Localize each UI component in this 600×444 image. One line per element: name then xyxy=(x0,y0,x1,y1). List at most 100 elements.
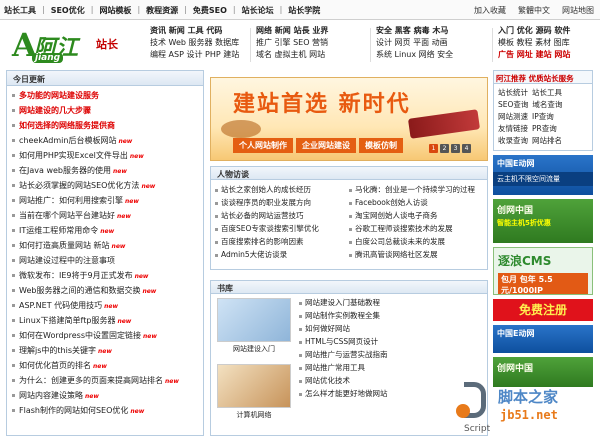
tool-link[interactable]: SEO查询 xyxy=(498,100,528,109)
interview-link[interactable]: 谷歌工程师谈搜索技术的发展 xyxy=(349,222,489,235)
news-link[interactable]: 当前在哪个网站平台建站好 xyxy=(19,211,115,220)
news-link[interactable]: 多功能的网站建设服务 xyxy=(19,91,99,100)
news-item[interactable]: 网站内容建设策略 new xyxy=(12,388,198,403)
news-link[interactable]: 如何选择的网络服务提供商 xyxy=(19,121,115,130)
pager-dot[interactable]: 1 xyxy=(429,144,438,153)
interview-link[interactable]: Facebook创始人访谈 xyxy=(349,196,489,209)
pager-dot[interactable]: 2 xyxy=(440,144,449,153)
news-item[interactable]: 在Java web服务器的使用 new xyxy=(12,163,198,178)
tool-link[interactable]: 站长统计 xyxy=(498,88,528,97)
news-item[interactable]: 多功能的网站建设服务 xyxy=(12,88,198,103)
news-link[interactable]: 站长必须掌握的网站SEO优化方法 xyxy=(19,181,139,190)
news-item[interactable]: 如何打造高质量网站 新站 new xyxy=(12,238,198,253)
interview-link[interactable]: 淘宝网创始人谈电子商务 xyxy=(349,209,489,222)
banner-tab[interactable]: 模板仿制 xyxy=(359,138,403,153)
interview-link[interactable]: 谈谈程序员的职业发展方向 xyxy=(215,196,345,209)
book-link[interactable]: 如何做好网站 xyxy=(299,322,388,335)
tool-link[interactable]: PR查询 xyxy=(532,124,557,133)
nav-row[interactable]: 安全 黑客 病毒 木马 xyxy=(376,25,453,37)
news-item[interactable]: 站长必须掌握的网站SEO优化方法 new xyxy=(12,178,198,193)
top-link[interactable]: 站长工具 xyxy=(4,5,36,16)
news-link[interactable]: 网站建设过程中的注意事项 xyxy=(19,256,115,265)
news-item[interactable]: cheekAdmin后台模板网站 new xyxy=(12,133,198,148)
ad-hosting-green[interactable]: 创网中国 智能主机5折优惠 xyxy=(493,199,593,243)
banner-tab[interactable]: 企业网站建设 xyxy=(296,138,356,153)
top-link[interactable]: 免费SEO xyxy=(193,5,227,16)
news-item[interactable]: 如何在Wordpress中设置固定链接 new xyxy=(12,328,198,343)
news-link[interactable]: ASP.NET 代码使用技巧 xyxy=(19,301,102,310)
traditional-chinese-link[interactable]: 繁體中文 xyxy=(518,5,550,16)
tool-link[interactable]: 域名查询 xyxy=(532,100,562,109)
top-link[interactable]: 网站模板 xyxy=(99,5,131,16)
book-item[interactable]: 计算机网络 xyxy=(217,364,291,420)
featured-link[interactable]: 阿江推荐 优质站长服务 xyxy=(493,70,593,84)
nav-row[interactable]: 模板 教程 素材 图库 xyxy=(498,37,570,49)
news-link[interactable]: 如何优化首页的排名 xyxy=(19,361,91,370)
news-link[interactable]: cheekAdmin后台模板网站 xyxy=(19,136,116,145)
news-item[interactable]: 当前在哪个网站平台建站好 new xyxy=(12,208,198,223)
news-link[interactable]: IT运维工程师常用命令 xyxy=(19,226,98,235)
nav-row[interactable]: 推广 引擎 SEO 营销 xyxy=(256,37,328,49)
top-link[interactable]: 站长学院 xyxy=(288,5,320,16)
nav-row[interactable]: 网络 新闻 站長 业界 xyxy=(256,25,328,37)
nav-row[interactable]: 入门 优化 源码 软件 xyxy=(498,25,570,37)
news-link[interactable]: 如何用PHP实现Excel文件导出 xyxy=(19,151,128,160)
news-link[interactable]: 为什么：创建更多的页面来提高网站排名 xyxy=(19,376,163,385)
tool-link[interactable]: 站长工具 xyxy=(532,88,562,97)
nav-row[interactable]: 资讯 新闻 工具 代码 xyxy=(150,25,239,37)
nav-row[interactable]: 技术 Web 服务器 数据库 xyxy=(150,37,239,49)
interview-link[interactable]: 白度公司总裁谈未来的发展 xyxy=(349,235,489,248)
nav-row[interactable]: 编程 ASP 设计 PHP 建站 xyxy=(150,49,239,61)
interview-link[interactable]: Admin5大佬访谈录 xyxy=(215,248,345,261)
news-item[interactable]: 理解js中的this关键字 new xyxy=(12,343,198,358)
news-link[interactable]: 理解js中的this关键字 xyxy=(19,346,96,355)
news-link[interactable]: Linux下搭建简单ftp服务器 xyxy=(19,316,115,325)
nav-row[interactable]: 系统 Linux 网络 安全 xyxy=(376,49,453,61)
news-item[interactable]: Flash制作的网站如何SEO优化 new xyxy=(12,403,198,418)
interview-link[interactable]: 百度搜索排名的影响因素 xyxy=(215,235,345,248)
nav-row[interactable]: 域名 虚拟主机 网站 xyxy=(256,49,328,61)
top-link[interactable]: 站长论坛 xyxy=(242,5,274,16)
news-link[interactable]: Flash制作的网站如何SEO优化 xyxy=(19,406,128,415)
news-item[interactable]: 如何优化首页的排名 new xyxy=(12,358,198,373)
ad-hosting[interactable]: 中国E动网 云主机不限空间流量 xyxy=(493,155,593,195)
news-link[interactable]: 如何在Wordpress中设置固定链接 xyxy=(19,331,141,340)
news-item[interactable]: Web服务器之间的通信和数据交换 new xyxy=(12,283,198,298)
top-link[interactable]: 教程资源 xyxy=(146,5,178,16)
news-item[interactable]: 网站建设的几大步骤 xyxy=(12,103,198,118)
news-item[interactable]: 如何选择的网络服务提供商 xyxy=(12,118,198,133)
news-link[interactable]: 如何打造高质量网站 新站 xyxy=(19,241,110,250)
news-link[interactable]: 在Java web服务器的使用 xyxy=(19,166,111,175)
news-item[interactable]: 为什么：创建更多的页面来提高网站排名 new xyxy=(12,373,198,388)
book-link[interactable]: 网站建设入门基础教程 xyxy=(299,296,388,309)
book-link[interactable]: 网站优化技术 xyxy=(299,374,388,387)
pager-dot[interactable]: 3 xyxy=(451,144,460,153)
news-link[interactable]: 网站建设的几大步骤 xyxy=(19,106,91,115)
interview-link[interactable]: 站长之家创始人的成长经历 xyxy=(215,183,345,196)
promo-banner[interactable]: 建站首选 新时代 个人网站制作 企业网站建设 模板仿制 1 2 3 4 xyxy=(210,77,488,161)
news-link[interactable]: Web服务器之间的通信和数据交换 xyxy=(19,286,140,295)
book-link[interactable]: 网站制作实例教程全集 xyxy=(299,309,388,322)
nav-row[interactable]: 设计 网页 平面 动画 xyxy=(376,37,453,49)
free-register-button[interactable]: 免费注册 xyxy=(493,299,593,321)
ad-cms[interactable]: 逐浪CMS 包月 包年 5.5元/1000IP xyxy=(493,247,593,295)
news-link[interactable]: 网站内容建设策略 xyxy=(19,391,83,400)
news-item[interactable]: IT运维工程师常用命令 new xyxy=(12,223,198,238)
news-item[interactable]: ASP.NET 代码使用技巧 new xyxy=(12,298,198,313)
pager-dot[interactable]: 4 xyxy=(462,144,471,153)
top-link[interactable]: SEO优化 xyxy=(51,5,85,16)
tool-link[interactable]: 友情链接 xyxy=(498,124,528,133)
add-favorite-link[interactable]: 加入收藏 xyxy=(474,5,506,16)
news-item[interactable]: Linux下搭建简单ftp服务器 new xyxy=(12,313,198,328)
news-link[interactable]: 网站推广：如何利用搜索引擎 xyxy=(19,196,123,205)
book-link[interactable]: 网站推广与运营实战指南 xyxy=(299,348,388,361)
banner-tab[interactable]: 个人网站制作 xyxy=(233,138,293,153)
nav-row[interactable]: 广告 网址 建站 网站 xyxy=(498,49,570,61)
interview-link[interactable]: 百度SEO专家谈搜索引擎优化 xyxy=(215,222,345,235)
news-item[interactable]: 如何用PHP实现Excel文件导出 new xyxy=(12,148,198,163)
tool-link[interactable]: 网站测速 xyxy=(498,112,528,121)
sitemap-link[interactable]: 网站地图 xyxy=(562,5,594,16)
interview-link[interactable]: 腾讯高管谈网络社区发展 xyxy=(349,248,489,261)
book-link[interactable]: 网站推广常用工具 xyxy=(299,361,388,374)
book-item[interactable]: 网站建设入门 xyxy=(217,298,291,354)
